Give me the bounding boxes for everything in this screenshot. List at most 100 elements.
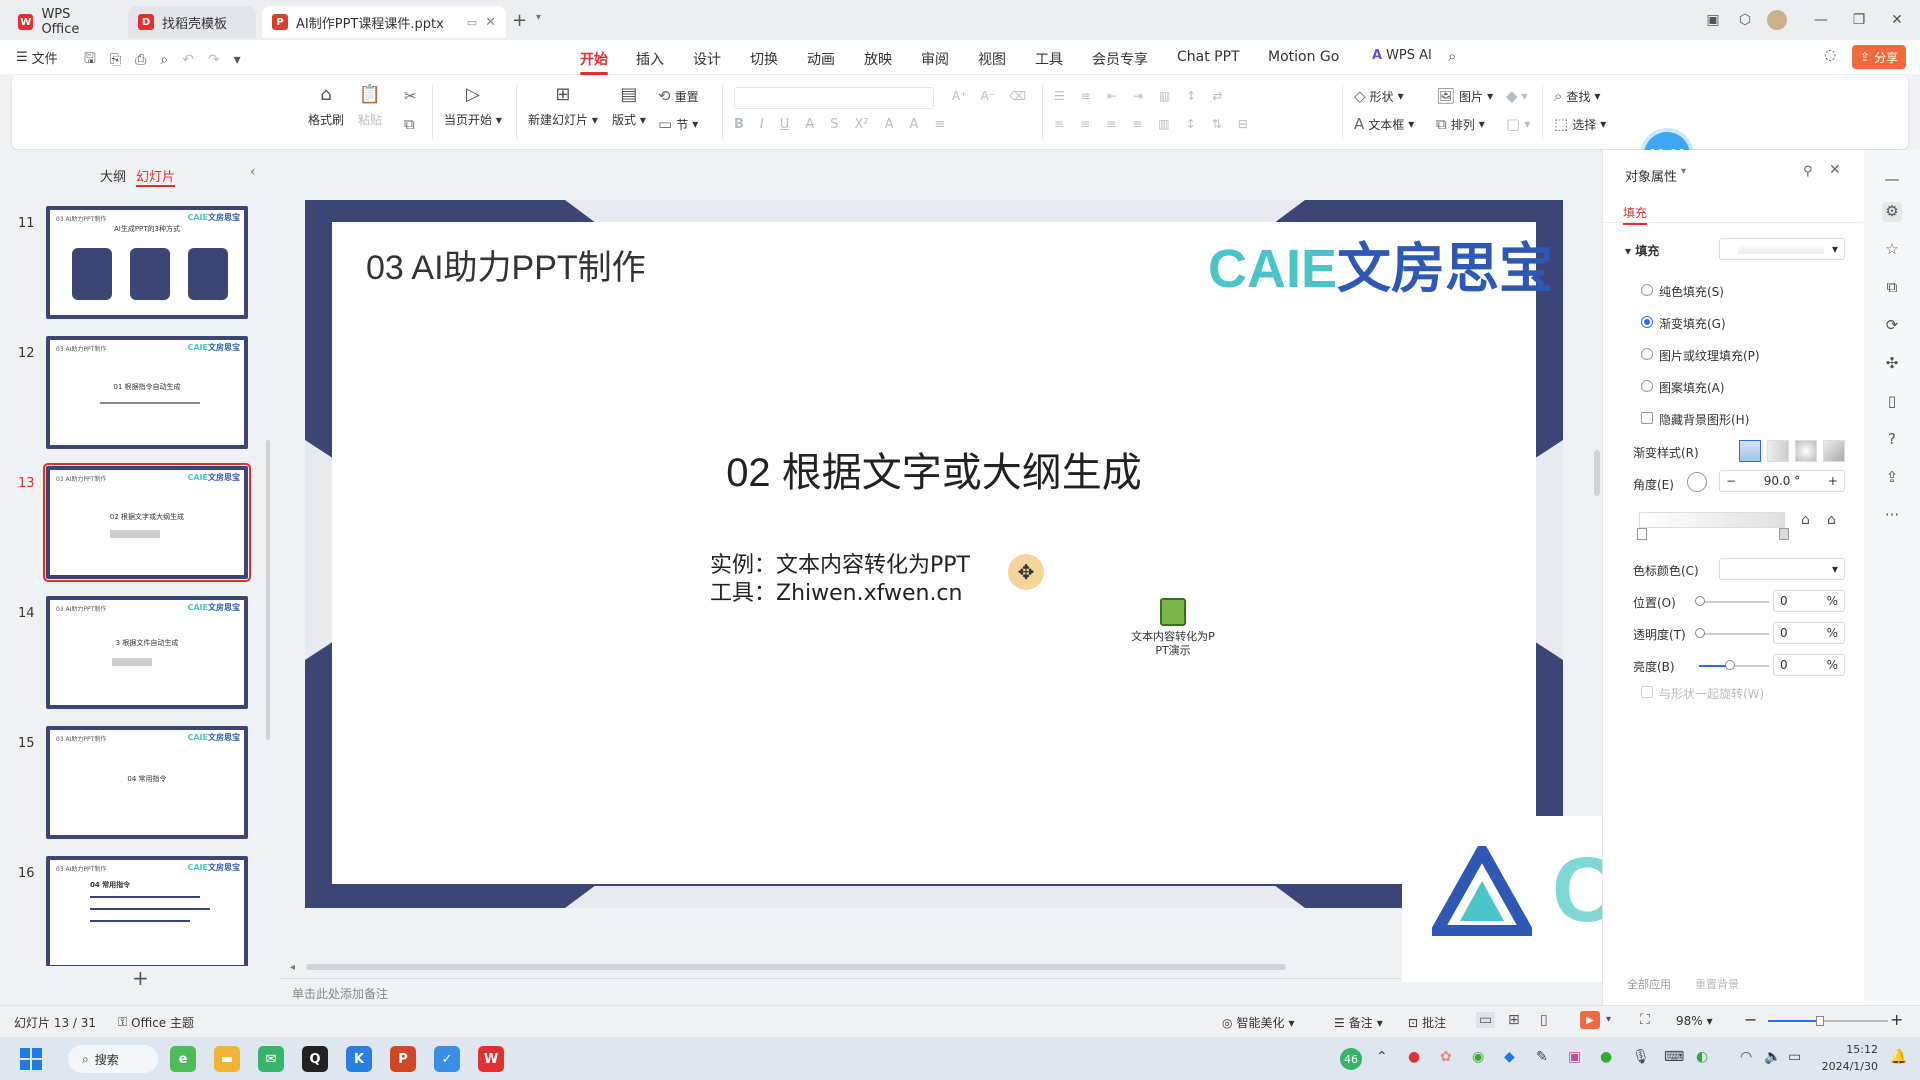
clear-format-icon[interactable]: ⌫ [1009,89,1026,103]
menu-design[interactable]: 设计 [693,49,721,69]
slide-thumbnail-row-selected[interactable]: 13 03 AI助力PPT制作 CAIE文房思宝 02 根据文字或大纲生成 [0,463,260,588]
slideshow-play-icon[interactable]: ▶ [1580,1011,1600,1029]
tab-list-chevron-icon[interactable]: ▾ [536,12,541,23]
slide-thumbnail-row[interactable]: 14 03 AI助力PPT制作 CAIE文房思宝 3 根据文件自动生成 [0,596,260,718]
align-left-icon[interactable]: ≡ [1054,117,1064,131]
slide-thumbnail-row[interactable]: 16 03 AI助力PPT制作 CAIE文房思宝 04 常用指令 [0,856,260,966]
new-slide-button[interactable]: ⊞ 新建幻灯片 ▾ [528,83,598,128]
zoom-in-icon[interactable]: + [1890,1010,1903,1029]
section-button[interactable]: ▭ 节 ▾ [658,115,698,133]
zoom-select[interactable]: 98% ▾ [1676,1014,1713,1028]
cube-icon[interactable]: ⬡ [1732,8,1758,32]
italic-icon[interactable]: I [760,117,764,132]
gradient-style-rect[interactable] [1795,440,1817,462]
shadow-icon[interactable]: S [830,117,838,132]
theme-indicator[interactable]: ⚿ Office 主题 [118,1014,194,1031]
position-slider[interactable] [1699,601,1769,603]
print-preview-icon[interactable]: ⌕ [160,52,168,68]
book-icon[interactable]: ▯ [1882,392,1902,412]
tab-wps-office[interactable]: W WPS Office [8,6,120,38]
justify-icon[interactable]: ≡ [1132,117,1142,131]
fill-preset-select[interactable]: ▾ [1719,238,1845,260]
tools-icon[interactable]: ✣ [1882,354,1902,374]
slide-thumbnail[interactable]: 03 AI助力PPT制作 CAIE文房思宝 AI生成PPT的3种方式 [46,206,248,319]
slide-thumbnail-row[interactable]: 12 03 AI助力PPT制作 CAIE文房思宝 01 根据指令自动生成 [0,336,260,458]
vertical-align-icon[interactable]: ⊟ [1238,117,1248,131]
char-spacing-icon[interactable]: ≡ [934,117,945,132]
redo-icon[interactable]: ↷ [208,52,220,68]
properties-icon[interactable]: ⚙ [1882,202,1902,222]
comment-button[interactable]: ⊡ 批注 [1408,1014,1446,1031]
apply-all-button[interactable]: 全部应用 [1627,976,1671,992]
fit-window-icon[interactable]: ⛶ [1640,1012,1650,1028]
fill-button[interactable]: ◆ ▾ [1506,87,1528,105]
align-center-icon[interactable]: ≡ [1080,117,1090,131]
slide-heading[interactable]: 02 根据文字或大纲生成 [332,440,1536,498]
gradient-stop-end[interactable] [1779,528,1789,540]
more-icon[interactable]: ··· [1882,506,1902,526]
align-right-icon[interactable]: ≡ [1106,117,1116,131]
notification-bell-icon[interactable]: 🔔 [1890,1049,1907,1065]
reset-background-button[interactable]: 重置背景 [1695,976,1739,992]
slide-thumbnail[interactable]: 03 AI助力PPT制作 CAIE文房思宝 3 根据文件自动生成 [46,596,248,709]
notes-button[interactable]: ☰ 备注 ▾ [1334,1014,1383,1031]
collapse-panel-icon[interactable]: ‹ [250,164,256,180]
clock[interactable]: 15:12 2024/1/30 [1818,1041,1878,1075]
convert-icon[interactable]: ⇄ [1212,89,1222,103]
beautify-button[interactable]: ◎ 智能美化 ▾ [1222,1014,1295,1031]
wps-taskbar-icon[interactable]: W [478,1046,504,1072]
wechat-icon[interactable]: ✉ [258,1046,284,1072]
tray-app-icon[interactable]: ▣ [1568,1049,1581,1065]
shrink-font-icon[interactable]: A⁻ [981,89,996,103]
font-family-select[interactable] [734,87,934,109]
notification-badge[interactable]: 46 [1340,1048,1362,1070]
text-direction-icon[interactable]: ↕ [1186,89,1196,103]
input-method-icon[interactable]: ⌨ [1664,1049,1684,1065]
picture-button[interactable]: 🖼 图片 ▾ [1436,87,1493,105]
wps-ai-button[interactable]: A WPS AI [1372,48,1432,63]
print-icon[interactable]: ⎙ [135,52,146,68]
cut-button[interactable]: ✂ [404,87,417,105]
reading-view-icon[interactable]: ▯ [1540,1012,1548,1028]
tray-app-icon[interactable]: ◐ [1696,1049,1708,1065]
scroll-left-icon[interactable]: ◂ [290,962,295,973]
font-color-icon[interactable]: A [885,117,894,132]
transition-icon[interactable]: ⧉ [1882,278,1902,298]
slide-header[interactable]: 03 AI助力PPT制作 [366,240,646,289]
taskbar-search[interactable]: ⌕ 搜索 [68,1045,158,1073]
pin-panel-icon[interactable]: ⚲ [1803,164,1813,179]
layout-icon[interactable]: ▣ [1700,8,1726,32]
qq-icon[interactable]: Q [302,1046,328,1072]
menu-animation[interactable]: 动画 [807,49,835,69]
radio-picture-fill[interactable] [1641,348,1653,360]
vertical-scrollbar[interactable] [1594,450,1600,496]
strike-icon[interactable]: A [805,117,814,132]
slide-thumbnail[interactable]: 03 AI助力PPT制作 CAIE文房思宝 02 根据文字或大纲生成 [43,463,251,582]
decrement-icon[interactable]: − [1726,474,1736,488]
paste-button[interactable]: 📋 粘贴 [358,83,382,128]
normal-view-icon[interactable]: ▭ [1476,1012,1496,1028]
slide[interactable]: 03 AI助力PPT制作 CAIE文房思宝 02 根据文字或大纲生成 实例：文本… [305,200,1563,908]
close-tab-icon[interactable]: ✕ [485,15,496,30]
distribute-icon[interactable]: ▥ [1158,117,1169,131]
tab-template[interactable]: D 找稻壳模板 [128,6,256,38]
numbered-list-icon[interactable]: ≡ [1081,89,1091,103]
format-painter-button[interactable]: ⌂ 格式刷 [308,83,344,128]
embedded-object[interactable]: 文本内容转化为PPT演示 [1128,598,1218,658]
undo-icon[interactable]: ↶ [182,52,194,68]
slideshow-chevron-icon[interactable]: ▾ [1606,1014,1611,1025]
pin-icon[interactable]: ▭ [467,16,477,29]
thumb-scrollbar[interactable] [266,440,270,740]
select-button[interactable]: ⬚ 选择 ▾ [1554,115,1606,133]
underline-icon[interactable]: U [780,117,790,132]
tray-expand-icon[interactable]: ⌃ [1376,1049,1388,1065]
tray-app-icon[interactable]: ◆ [1504,1049,1515,1065]
radio-pattern-fill[interactable] [1641,380,1653,392]
close-panel-icon[interactable]: ✕ [1829,162,1841,178]
gradient-stop-start[interactable] [1637,528,1647,540]
horizontal-scrollbar[interactable] [306,964,1286,970]
angle-stepper[interactable]: − 90.0 ° + [1719,470,1845,492]
transparency-input[interactable]: 0% [1773,622,1845,644]
tray-app-icon[interactable]: ● [1408,1049,1420,1065]
k-app-icon[interactable]: K [346,1046,372,1072]
